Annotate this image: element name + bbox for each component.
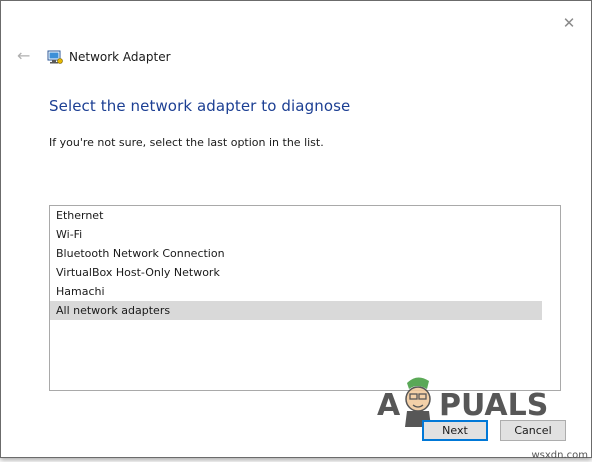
back-arrow-icon[interactable]: ←	[17, 47, 35, 65]
network-adapter-icon	[47, 50, 63, 64]
wizard-title-bar: Network Adapter	[47, 47, 171, 67]
adapter-listbox[interactable]: Ethernet Wi-Fi Bluetooth Network Connect…	[49, 205, 561, 391]
svg-text:PUALS: PUALS	[439, 388, 548, 423]
wizard-title: Network Adapter	[69, 50, 171, 64]
page-heading: Select the network adapter to diagnose	[49, 97, 351, 115]
next-button[interactable]: Next	[422, 420, 488, 441]
svg-text:A: A	[377, 388, 401, 423]
list-item-virtualbox[interactable]: VirtualBox Host-Only Network	[50, 263, 542, 282]
instruction-text: If you're not sure, select the last opti…	[49, 136, 324, 149]
list-item-bluetooth[interactable]: Bluetooth Network Connection	[50, 244, 542, 263]
cancel-button[interactable]: Cancel	[500, 420, 566, 441]
list-item-wifi[interactable]: Wi-Fi	[50, 225, 542, 244]
troubleshooter-window: ✕ ← Network Adapter Select the network a…	[0, 0, 592, 458]
list-item-all-adapters[interactable]: All network adapters	[50, 301, 542, 320]
watermark-domain: wsxdn.com	[531, 450, 588, 461]
close-icon[interactable]: ✕	[561, 15, 577, 31]
list-item-hamachi[interactable]: Hamachi	[50, 282, 542, 301]
list-item-ethernet[interactable]: Ethernet	[50, 206, 542, 225]
